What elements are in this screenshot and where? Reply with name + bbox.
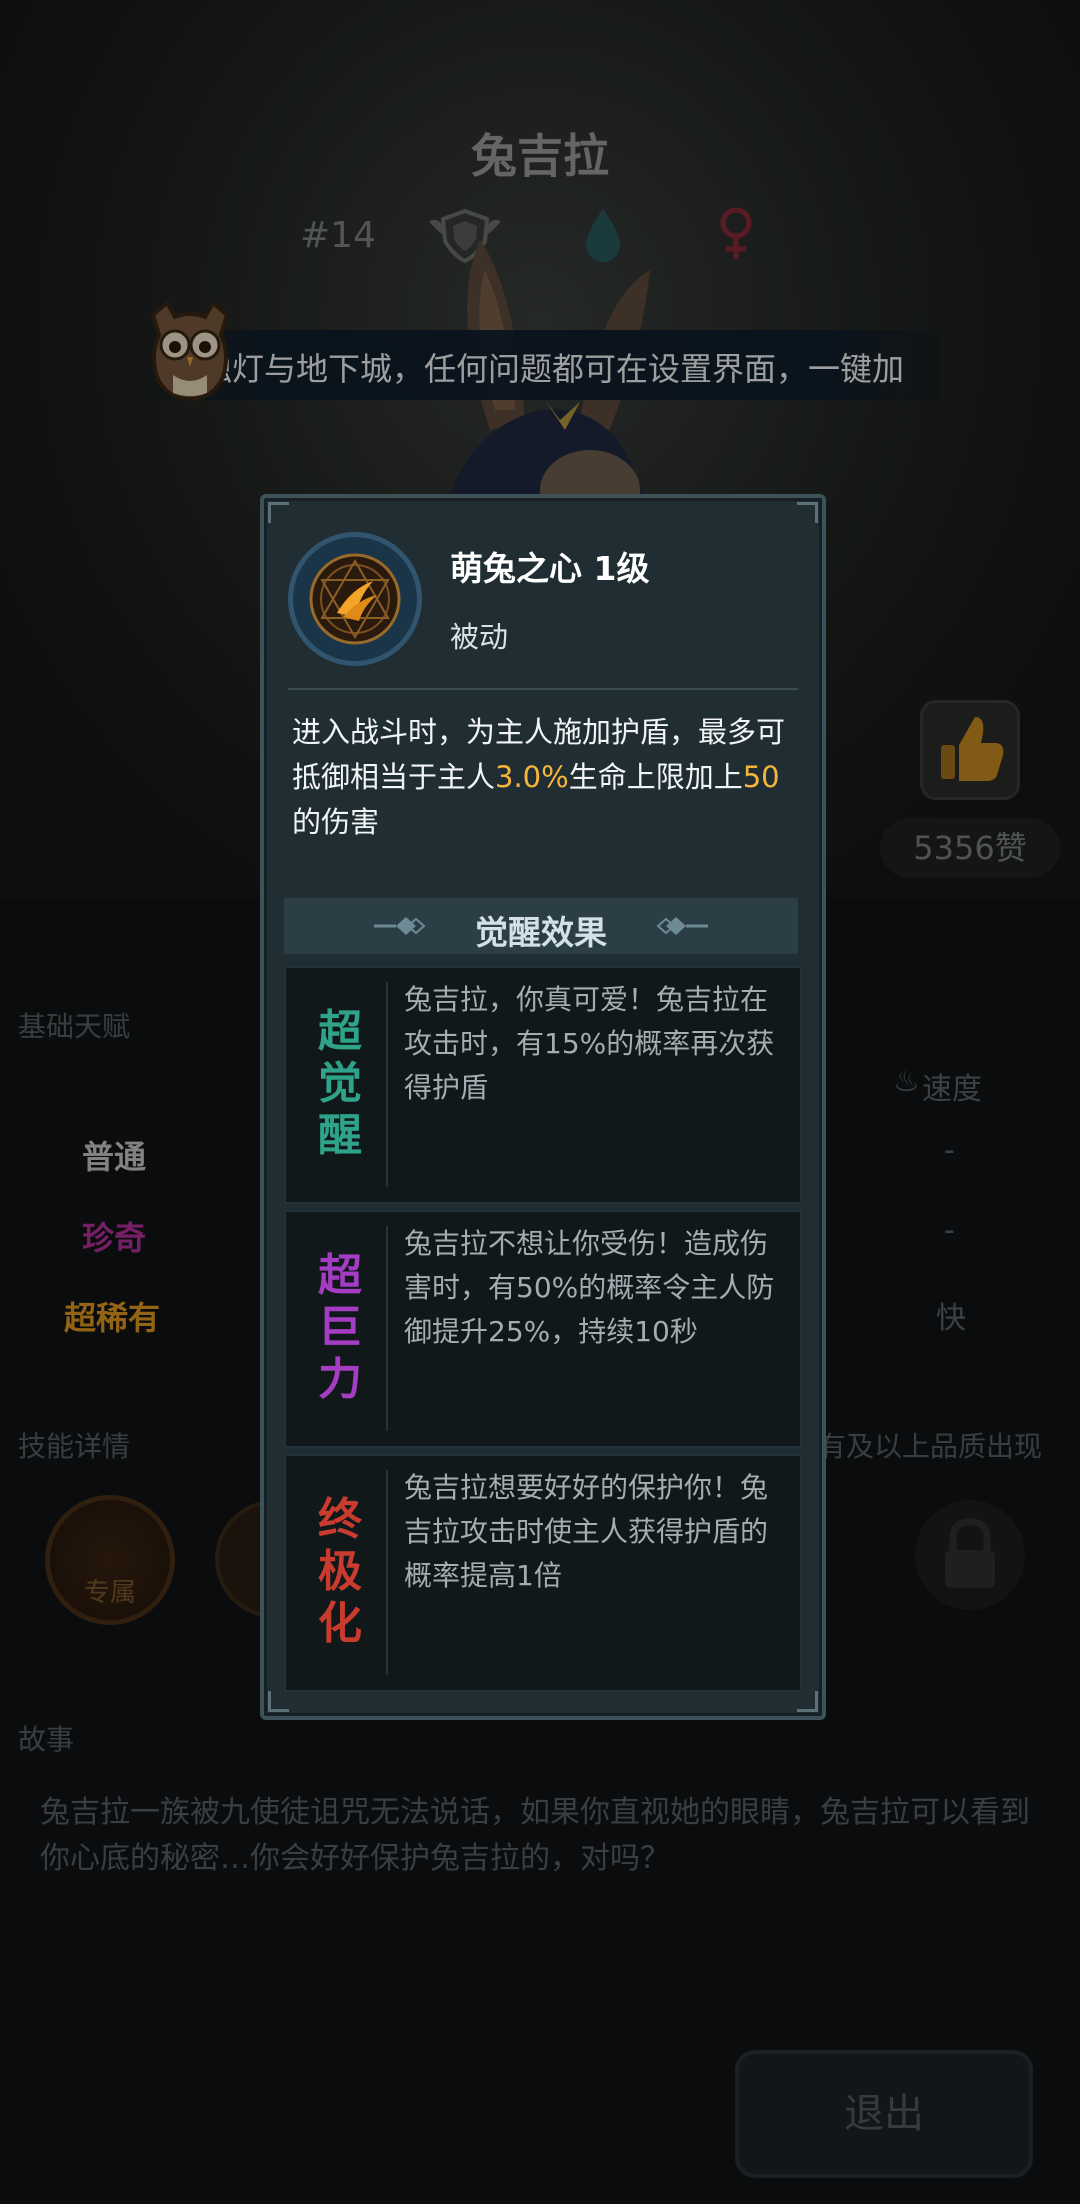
skill-icon: [288, 532, 422, 666]
skill-description: 进入战斗时，为主人施加护盾，最多可抵御相当于主人3.0%生命上限加上50的伤害: [292, 710, 802, 845]
corner-ornament: [268, 502, 289, 523]
desc-highlight-percent: 3.0%: [495, 760, 569, 794]
desc-text: 的伤害: [292, 805, 380, 839]
badge-label: 终极化: [318, 1494, 362, 1649]
awaken-badge-ultimate: 终极化: [296, 1470, 384, 1675]
awaken-effect-text: 兔吉拉想要好好的保护你！兔吉拉攻击时使主人获得护盾的概率提高1倍: [404, 1471, 769, 1592]
awaken-effect-text: 兔吉拉，你真可爱！兔吉拉在攻击时，有15%的概率再次获得护盾: [404, 983, 775, 1104]
ornament-right-icon: [656, 917, 708, 935]
awaken-header: 觉醒效果: [284, 898, 798, 954]
desc-highlight-value: 50: [742, 760, 780, 794]
awaken-effect-item: 超觉醒 兔吉拉，你真可爱！兔吉拉在攻击时，有15%的概率再次获得护盾: [284, 966, 802, 1204]
awaken-effect-item: 超巨力 兔吉拉不想让你受伤！造成伤害时，有50%的概率令主人防御提升25%，持续…: [284, 1210, 802, 1448]
divider: [386, 1226, 388, 1431]
corner-ornament: [268, 1691, 289, 1712]
desc-text: 生命上限加上: [568, 760, 743, 794]
divider: [386, 1470, 388, 1675]
divider: [386, 982, 388, 1187]
skill-type: 被动: [450, 620, 509, 654]
skill-title: 萌兔之心 1级: [450, 549, 650, 588]
magic-circle-claw-icon: [309, 553, 401, 645]
divider: [288, 688, 798, 690]
awaken-title: 觉醒效果: [475, 913, 607, 952]
awaken-effect-item: 终极化 兔吉拉想要好好的保护你！兔吉拉攻击时使主人获得护盾的概率提高1倍: [284, 1454, 802, 1692]
awaken-badge-super-power: 超巨力: [296, 1226, 384, 1431]
corner-ornament: [797, 1691, 818, 1712]
awaken-effect-text: 兔吉拉不想让你受伤！造成伤害时，有50%的概率令主人防御提升25%，持续10秒: [404, 1227, 775, 1348]
badge-label: 超巨力: [318, 1250, 362, 1405]
awaken-badge-super-awaken: 超觉醒: [296, 982, 384, 1187]
badge-label: 超觉醒: [318, 1006, 362, 1161]
skill-detail-modal: 萌兔之心 1级 被动 进入战斗时，为主人施加护盾，最多可抵御相当于主人3.0%生…: [260, 494, 826, 1720]
corner-ornament: [797, 502, 818, 523]
